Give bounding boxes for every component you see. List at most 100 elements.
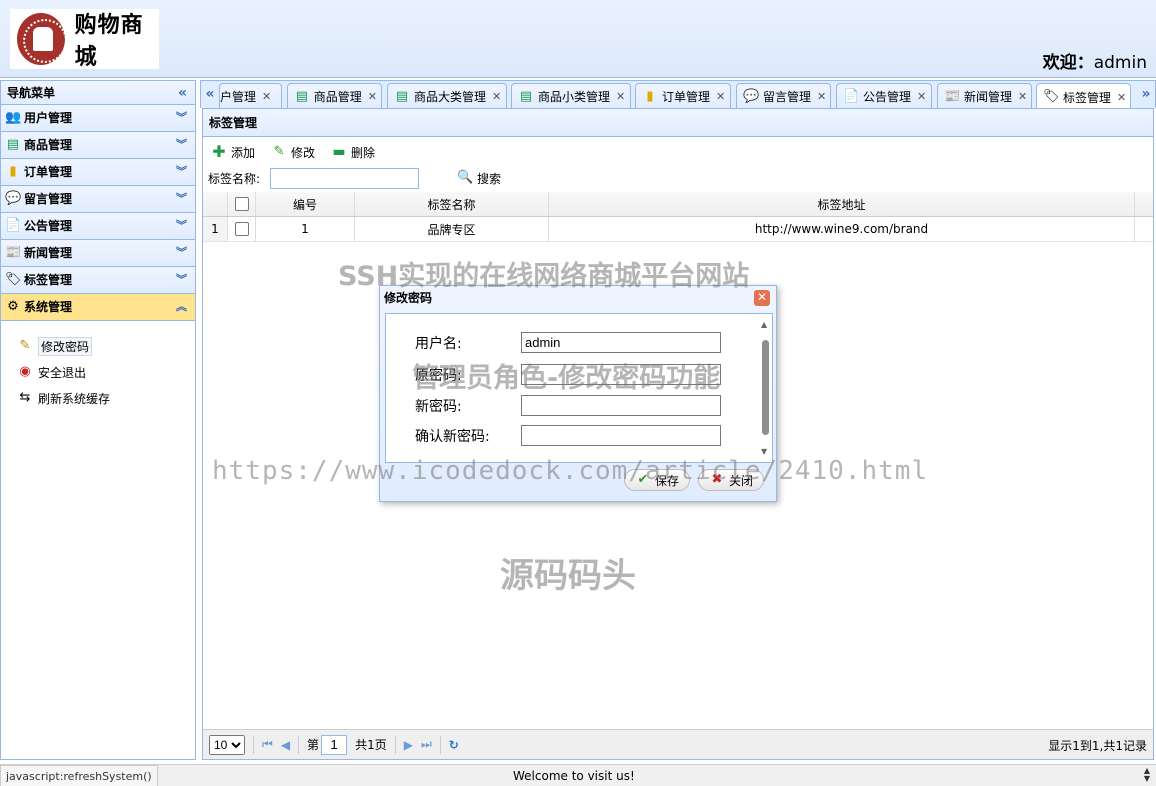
cancel-button[interactable]: ✖ 关闭 (697, 469, 764, 491)
header-url[interactable]: 标签地址 (549, 192, 1135, 216)
tab-big-category[interactable]: ▤ 商品大类管理 ✕ (387, 83, 507, 109)
tab-news[interactable]: 📰 新闻管理 ✕ (937, 83, 1032, 109)
tab-label: 商品大类管理 (414, 90, 487, 104)
close-icon[interactable]: ✕ (1018, 90, 1027, 103)
tab-message[interactable]: 💬 留言管理 ✕ (736, 83, 831, 109)
header-name[interactable]: 标签名称 (355, 192, 549, 216)
submenu-label: 修改密码 (38, 336, 93, 356)
confirm-password-label: 确认新密码: (415, 428, 490, 445)
delete-label: 删除 (351, 145, 376, 160)
chevron-down-icon[interactable]: ︾ (176, 240, 187, 266)
notice-icon: 📄 (5, 218, 22, 233)
refresh-icon: ⇆ (19, 390, 31, 405)
tab-small-category[interactable]: ▤ 商品小类管理 ✕ (511, 83, 631, 109)
submenu-label: 刷新系统缓存 (38, 391, 111, 406)
tag-icon: 🏷 (5, 272, 22, 287)
close-icon[interactable]: ✕ (917, 90, 926, 103)
prev-page-icon[interactable]: ◀ (281, 738, 290, 752)
tab-goods[interactable]: ▤ 商品管理 ✕ (287, 83, 382, 109)
tag-name-search-input[interactable] (270, 167, 420, 189)
menu-tag[interactable]: 🏷 标签管理 ︾ (1, 267, 195, 294)
dialog-title-text: 修改密码 (384, 291, 433, 305)
close-icon[interactable]: ✕ (716, 90, 725, 103)
tab-label: 公告管理 (863, 90, 912, 104)
chevron-down-icon[interactable]: ︾ (176, 159, 187, 185)
check-icon: ✔ (637, 472, 649, 487)
delete-button[interactable]: ▬ 删除 (331, 144, 375, 161)
gear-icon: ⚙ (7, 299, 19, 314)
tab-order[interactable]: ▮ 订单管理 ✕ (635, 83, 731, 109)
close-icon[interactable]: ✕ (616, 90, 625, 103)
page-number-input[interactable] (321, 734, 348, 755)
page-size-select[interactable]: 10 (209, 734, 245, 755)
close-icon[interactable]: ✕ (1117, 91, 1126, 104)
save-button[interactable]: ✔ 保存 (623, 469, 690, 491)
close-icon[interactable]: ✕ (368, 90, 377, 103)
dialog-scrollbar[interactable]: ▲ ▼ (760, 320, 770, 456)
menu-system[interactable]: ⚙ 系统管理 ︽ (1, 294, 195, 321)
collapse-icon[interactable]: « (178, 81, 187, 105)
add-button[interactable]: ✚ 添加 (211, 144, 255, 161)
close-icon[interactable]: ✕ (492, 90, 501, 103)
username-field[interactable] (521, 332, 721, 353)
search-row: 标签名称: 🔍 搜索 (203, 165, 1153, 191)
scroll-thumb[interactable] (762, 340, 769, 435)
tab-notice[interactable]: 📄 公告管理 ✕ (836, 83, 932, 109)
close-icon[interactable]: ✕ (817, 90, 826, 103)
tab-tag[interactable]: 🏷 标签管理 ✕ (1036, 83, 1131, 110)
search-button-label: 搜索 (477, 171, 502, 186)
close-icon[interactable]: ✕ (262, 90, 271, 103)
chevron-down-icon[interactable]: ︾ (176, 186, 187, 212)
chevron-up-icon[interactable]: ︽ (176, 294, 187, 320)
reload-icon[interactable]: ↻ (449, 738, 459, 752)
dialog-body: 用户名: 原密码: 新密码: 确认新密码: ▲ ▼ (385, 313, 773, 463)
scroll-up-icon[interactable]: ▲ (761, 320, 767, 329)
submenu-logout[interactable]: ◉ 安全退出 (17, 359, 195, 385)
submenu-change-password[interactable]: ✎ 修改密码 (17, 333, 195, 359)
pager: 10 ⏮ ◀ 第 共1页 ▶ ⏭ ↻ 显示1到1,共1记录 (203, 729, 1153, 759)
chevron-down-icon[interactable]: ︾ (176, 105, 187, 131)
dialog-buttons: ✔ 保存 ✖ 关闭 (623, 469, 764, 491)
scroll-down-icon[interactable]: ▼ (761, 447, 767, 456)
tab-user[interactable]: 用户管理 ✕ (219, 83, 282, 109)
menu-message[interactable]: 💬 留言管理 ︾ (1, 186, 195, 213)
chevron-down-icon[interactable]: ︾ (176, 132, 187, 158)
new-password-field[interactable] (521, 395, 721, 416)
edit-label: 修改 (291, 145, 316, 160)
select-all-checkbox[interactable] (234, 197, 249, 211)
menu-label: 用户管理 (24, 111, 73, 125)
submenu-refresh-cache[interactable]: ⇆ 刷新系统缓存 (17, 385, 195, 411)
menu-user[interactable]: 👥 用户管理 ︾ (1, 105, 195, 132)
menu-order[interactable]: ▮ 订单管理 ︾ (1, 159, 195, 186)
cell-name: 品牌专区 (355, 217, 549, 241)
confirm-password-field[interactable] (521, 425, 721, 446)
menu-label: 标签管理 (24, 273, 73, 287)
first-page-icon[interactable]: ⏮ (262, 737, 273, 752)
tab-label: 订单管理 (662, 90, 711, 104)
change-password-dialog: 修改密码 ✕ 用户名: 原密码: 新密码: 确认新密码: ▲ ▼ ✔ 保存 ✖ 关闭 (379, 285, 777, 502)
close-icon: ✖ (711, 472, 723, 487)
menu-label: 订单管理 (24, 165, 73, 179)
next-page-icon[interactable]: ▶ (404, 738, 413, 752)
menu-notice[interactable]: 📄 公告管理 ︾ (1, 213, 195, 240)
tab-scroll-right-icon[interactable]: » (1137, 81, 1155, 108)
chevron-down-icon[interactable]: ︾ (176, 213, 187, 239)
add-label: 添加 (231, 145, 256, 160)
header-id[interactable]: 编号 (256, 192, 355, 216)
row-checkbox-cell (228, 217, 256, 241)
edit-button[interactable]: ✎ 修改 (271, 144, 315, 161)
list-icon: ▤ (295, 88, 309, 104)
row-checkbox[interactable] (234, 222, 249, 236)
menu-goods[interactable]: ▤ 商品管理 ︾ (1, 132, 195, 159)
menu-news[interactable]: 📰 新闻管理 ︾ (1, 240, 195, 267)
chevron-down-icon[interactable]: ︾ (176, 267, 187, 293)
tab-label: 用户管理 (220, 90, 257, 104)
status-scroll-arrows-icon[interactable]: ▲ ▼ (1144, 767, 1150, 783)
tab-scroll-left-icon[interactable]: « (201, 81, 219, 108)
old-password-field[interactable] (521, 364, 721, 385)
last-page-icon[interactable]: ⏭ (421, 737, 432, 752)
table-row[interactable]: 1 1 品牌专区 http://www.wine9.com/brand (203, 217, 1153, 242)
close-icon[interactable]: ✕ (754, 290, 770, 306)
search-button[interactable]: 🔍 搜索 (457, 170, 501, 187)
users-icon: 👥 (5, 110, 22, 125)
